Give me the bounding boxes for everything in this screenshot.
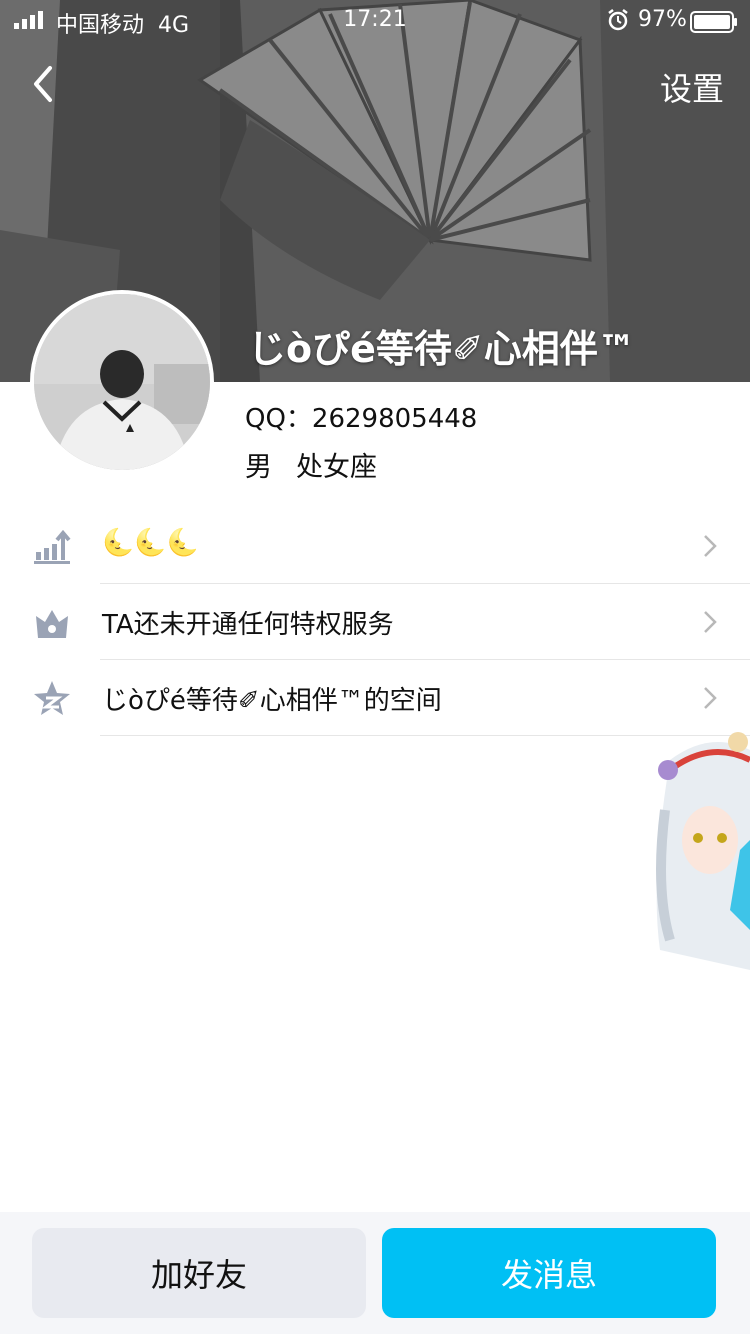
status-bar: 中国移动 4G 17:21 97%	[0, 0, 750, 40]
level-label: 🌜🌜🌜	[102, 528, 200, 558]
privilege-label: TA还未开通任何特权服务	[102, 610, 394, 640]
qq-number: QQ：2629805448	[245, 404, 478, 434]
chevron-right-icon	[704, 611, 717, 633]
gender-label: 男	[245, 452, 272, 483]
send-message-button[interactable]: 发消息	[382, 1228, 716, 1318]
avatar[interactable]	[30, 290, 214, 474]
level-row[interactable]: 🌜🌜🌜	[0, 508, 750, 584]
avatar-image	[34, 294, 210, 470]
bottom-action-bar: 加好友 发消息	[0, 1212, 750, 1334]
alarm-icon	[608, 9, 628, 31]
chevron-right-icon	[704, 535, 717, 557]
qzone-star-icon	[34, 681, 70, 715]
qzone-row[interactable]: じòぴé等待✐心相伴™的空间	[0, 660, 750, 736]
battery-percent: 97%	[638, 7, 687, 32]
qzone-label: じòぴé等待✐心相伴™的空间	[102, 686, 442, 716]
battery-icon	[690, 11, 737, 33]
profile-info: 男处女座	[245, 445, 377, 484]
settings-button[interactable]: 设置	[660, 64, 724, 110]
zodiac-label: 处女座	[296, 452, 377, 483]
add-friend-button[interactable]: 加好友	[32, 1228, 366, 1318]
chevron-right-icon	[704, 687, 717, 709]
sticker-image	[656, 732, 750, 970]
anime-sticker[interactable]	[650, 730, 750, 970]
crown-icon	[36, 610, 68, 638]
back-icon[interactable]	[26, 60, 66, 108]
privilege-row[interactable]: TA还未开通任何特权服务	[0, 584, 750, 660]
level-chart-icon	[34, 529, 71, 564]
nickname: じòぴé等待✐心相伴™	[248, 327, 636, 371]
